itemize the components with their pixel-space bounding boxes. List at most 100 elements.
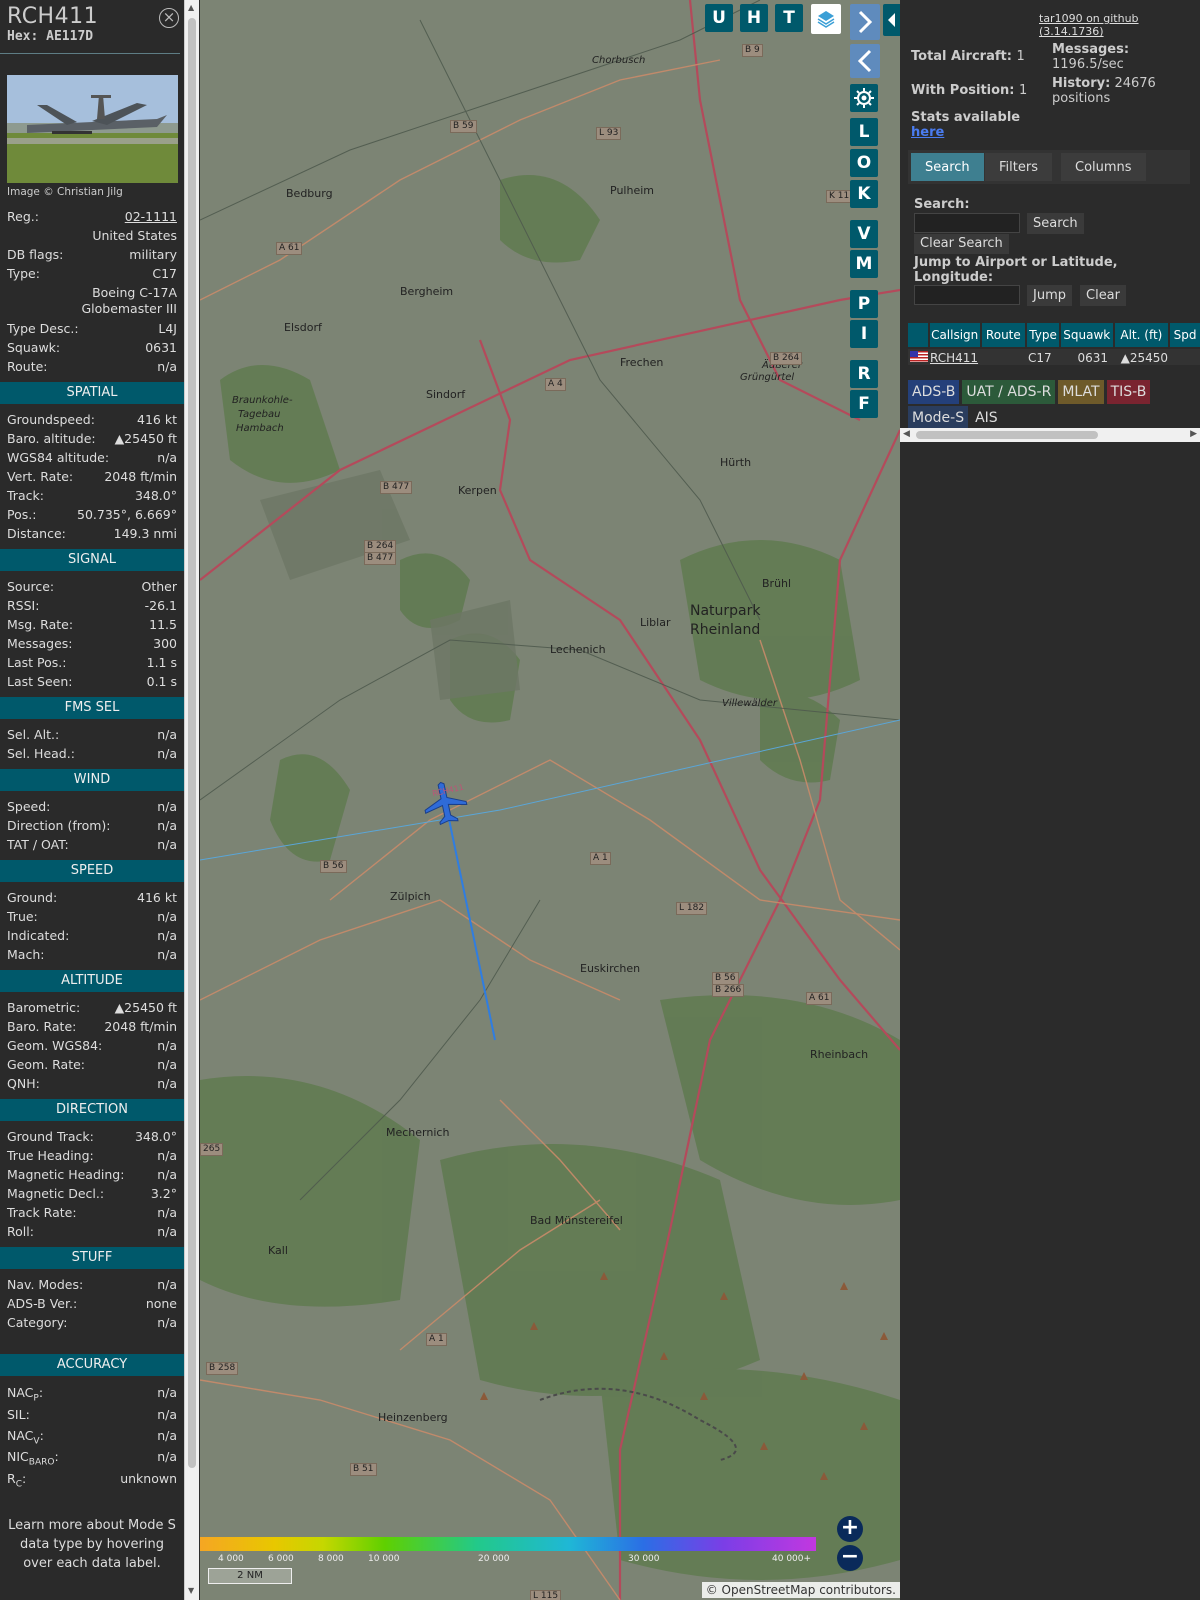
clear-jump-button[interactable]: Clear xyxy=(1080,285,1126,306)
direction-row: True Heading: n/a xyxy=(0,1146,184,1165)
stuff-value: n/a xyxy=(157,1315,177,1330)
section-direction[interactable]: DIRECTION xyxy=(0,1099,184,1121)
section-wind[interactable]: WIND xyxy=(0,769,184,791)
map-button-i[interactable]: I xyxy=(850,320,878,348)
source-tisb[interactable]: TIS-B xyxy=(1106,380,1151,404)
source-uat[interactable]: UAT / ADS-R xyxy=(962,380,1056,404)
map-attribution[interactable]: © OpenStreetMap contributors. xyxy=(701,1582,900,1598)
col-speed[interactable]: Spd xyxy=(1170,323,1200,347)
horizontal-scrollbar[interactable]: ◀ ▶ xyxy=(900,428,1200,442)
scroll-left-arrow-icon[interactable]: ◀ xyxy=(903,429,910,439)
section-altitude[interactable]: ALTITUDE xyxy=(0,970,184,992)
source-ais[interactable]: AIS xyxy=(971,406,1002,430)
map-button-u[interactable]: U xyxy=(705,4,733,32)
map-button-t[interactable]: T xyxy=(775,4,803,32)
source-adsb[interactable]: ADS-B xyxy=(908,380,960,404)
road-shield: B 264 xyxy=(770,352,803,365)
source-mlat[interactable]: MLAT xyxy=(1058,380,1104,404)
route-row: Route: n/a xyxy=(7,359,177,374)
github-link[interactable]: tar1090 on github (3.14.1736) xyxy=(1039,12,1200,38)
tab-columns[interactable]: Columns xyxy=(1060,152,1147,182)
map-view[interactable]: Bedburg Pulheim Bergheim Elsdorf Sindorf Frec… xyxy=(200,0,900,1600)
spatial-row: Distance: 149.3 nmi xyxy=(0,524,184,543)
section-accuracy[interactable]: ACCURACY xyxy=(0,1354,184,1376)
map-button-m[interactable]: M xyxy=(850,250,878,278)
direction-value: n/a xyxy=(157,1205,177,1220)
map-button-f[interactable]: F xyxy=(850,390,878,418)
search-button[interactable]: Search xyxy=(1027,213,1084,234)
zoom-in-button[interactable]: + xyxy=(837,1516,863,1542)
town-label: Rheinbach xyxy=(810,1048,869,1061)
col-route[interactable]: Route xyxy=(981,323,1026,347)
settings-button[interactable] xyxy=(850,84,878,112)
tab-filters[interactable]: Filters xyxy=(984,152,1053,182)
registration-link[interactable]: 02-1111 xyxy=(125,207,177,226)
signal-row: RSSI: -26.1 xyxy=(0,596,184,615)
signal-label: Msg. Rate: xyxy=(7,617,74,632)
wind-value: n/a xyxy=(157,799,177,814)
section-spatial[interactable]: SPATIAL xyxy=(0,382,184,404)
map-button-k[interactable]: K xyxy=(850,180,878,208)
signal-list: Source: Other RSSI: -26.1 Msg. Rate: 11.5 Mess… xyxy=(0,577,184,691)
map-button-v[interactable]: V xyxy=(850,220,878,248)
search-input[interactable] xyxy=(914,213,1020,233)
map-button-r[interactable]: R xyxy=(850,360,878,388)
aircraft-info-panel: RCH411 Hex: AE117D × Image © Christian J… xyxy=(0,0,184,1600)
tab-search[interactable]: Search xyxy=(910,152,985,182)
map-button-l[interactable]: L xyxy=(850,118,878,146)
close-icon[interactable]: × xyxy=(159,8,179,28)
clear-search-button[interactable]: Clear Search xyxy=(914,234,1009,254)
spatial-value: 416 kt xyxy=(137,412,177,427)
speed-value: n/a xyxy=(157,909,177,924)
section-signal[interactable]: SIGNAL xyxy=(0,549,184,571)
layers-button[interactable] xyxy=(811,4,841,34)
aircraft-photo[interactable] xyxy=(7,75,178,183)
col-altitude[interactable]: Alt. (ft) xyxy=(1114,323,1169,347)
wind-label: TAT / OAT: xyxy=(7,837,69,852)
spatial-list: Groundspeed: 416 kt Baro. altitude: ▲25450 … xyxy=(0,410,184,543)
wind-label: Direction (from): xyxy=(7,818,111,833)
jump-input[interactable] xyxy=(914,285,1020,305)
scrollbar-thumb[interactable] xyxy=(188,18,196,1468)
scroll-down-arrow-icon[interactable]: ▼ xyxy=(188,1586,194,1595)
scroll-up-arrow-icon[interactable]: ▲ xyxy=(188,3,194,12)
direction-label: Track Rate: xyxy=(7,1205,77,1220)
section-stuff[interactable]: STUFF xyxy=(0,1247,184,1269)
zoom-out-button[interactable]: − xyxy=(837,1545,863,1571)
town-label: Kerpen xyxy=(458,484,497,497)
expand-right-button[interactable] xyxy=(850,4,880,40)
town-label: Bad Münstereifel xyxy=(530,1214,623,1227)
map-button-h[interactable]: H xyxy=(740,4,768,32)
jump-button[interactable]: Jump xyxy=(1027,285,1072,306)
source-modes[interactable]: Mode-S xyxy=(908,406,969,430)
row-callsign[interactable]: RCH411 xyxy=(930,349,982,365)
horizontal-scrollbar-thumb[interactable] xyxy=(916,431,1098,439)
col-callsign[interactable]: Callsign xyxy=(929,323,980,347)
col-squawk[interactable]: Squawk xyxy=(1060,323,1113,347)
table-row[interactable]: RCH411 C17 0631 ▲25450 xyxy=(908,349,1200,365)
road-shield: K 11 xyxy=(826,190,853,203)
toggle-sidebar-button[interactable] xyxy=(883,4,900,36)
spatial-label: Baro. altitude: xyxy=(7,431,96,446)
row-type: C17 xyxy=(1028,351,1052,365)
scroll-right-arrow-icon[interactable]: ▶ xyxy=(1190,429,1197,439)
town-label: Hürth xyxy=(720,456,752,469)
col-type[interactable]: Type xyxy=(1027,323,1059,347)
section-speed[interactable]: SPEED xyxy=(0,860,184,882)
speed-label: Mach: xyxy=(7,947,45,962)
town-label: Liblar xyxy=(640,616,671,629)
altitude-label: QNH: xyxy=(7,1076,40,1091)
map-button-p[interactable]: P xyxy=(850,290,878,318)
town-label: Brühl xyxy=(762,577,792,590)
speed-value: 416 kt xyxy=(137,890,177,905)
gear-icon xyxy=(854,88,874,108)
road-shield: A 1 xyxy=(426,1333,447,1346)
sidebar-scrollbar[interactable]: ▲ ▼ xyxy=(184,0,199,1600)
speed-value: n/a xyxy=(157,928,177,943)
speed-value: n/a xyxy=(157,947,177,962)
legend-tick-label: 40 000+ xyxy=(772,1554,812,1564)
section-fms-sel[interactable]: FMS SEL xyxy=(0,697,184,719)
collapse-left-button[interactable] xyxy=(850,44,880,78)
map-button-o[interactable]: O xyxy=(850,149,878,177)
stats-link[interactable]: here xyxy=(911,125,944,140)
